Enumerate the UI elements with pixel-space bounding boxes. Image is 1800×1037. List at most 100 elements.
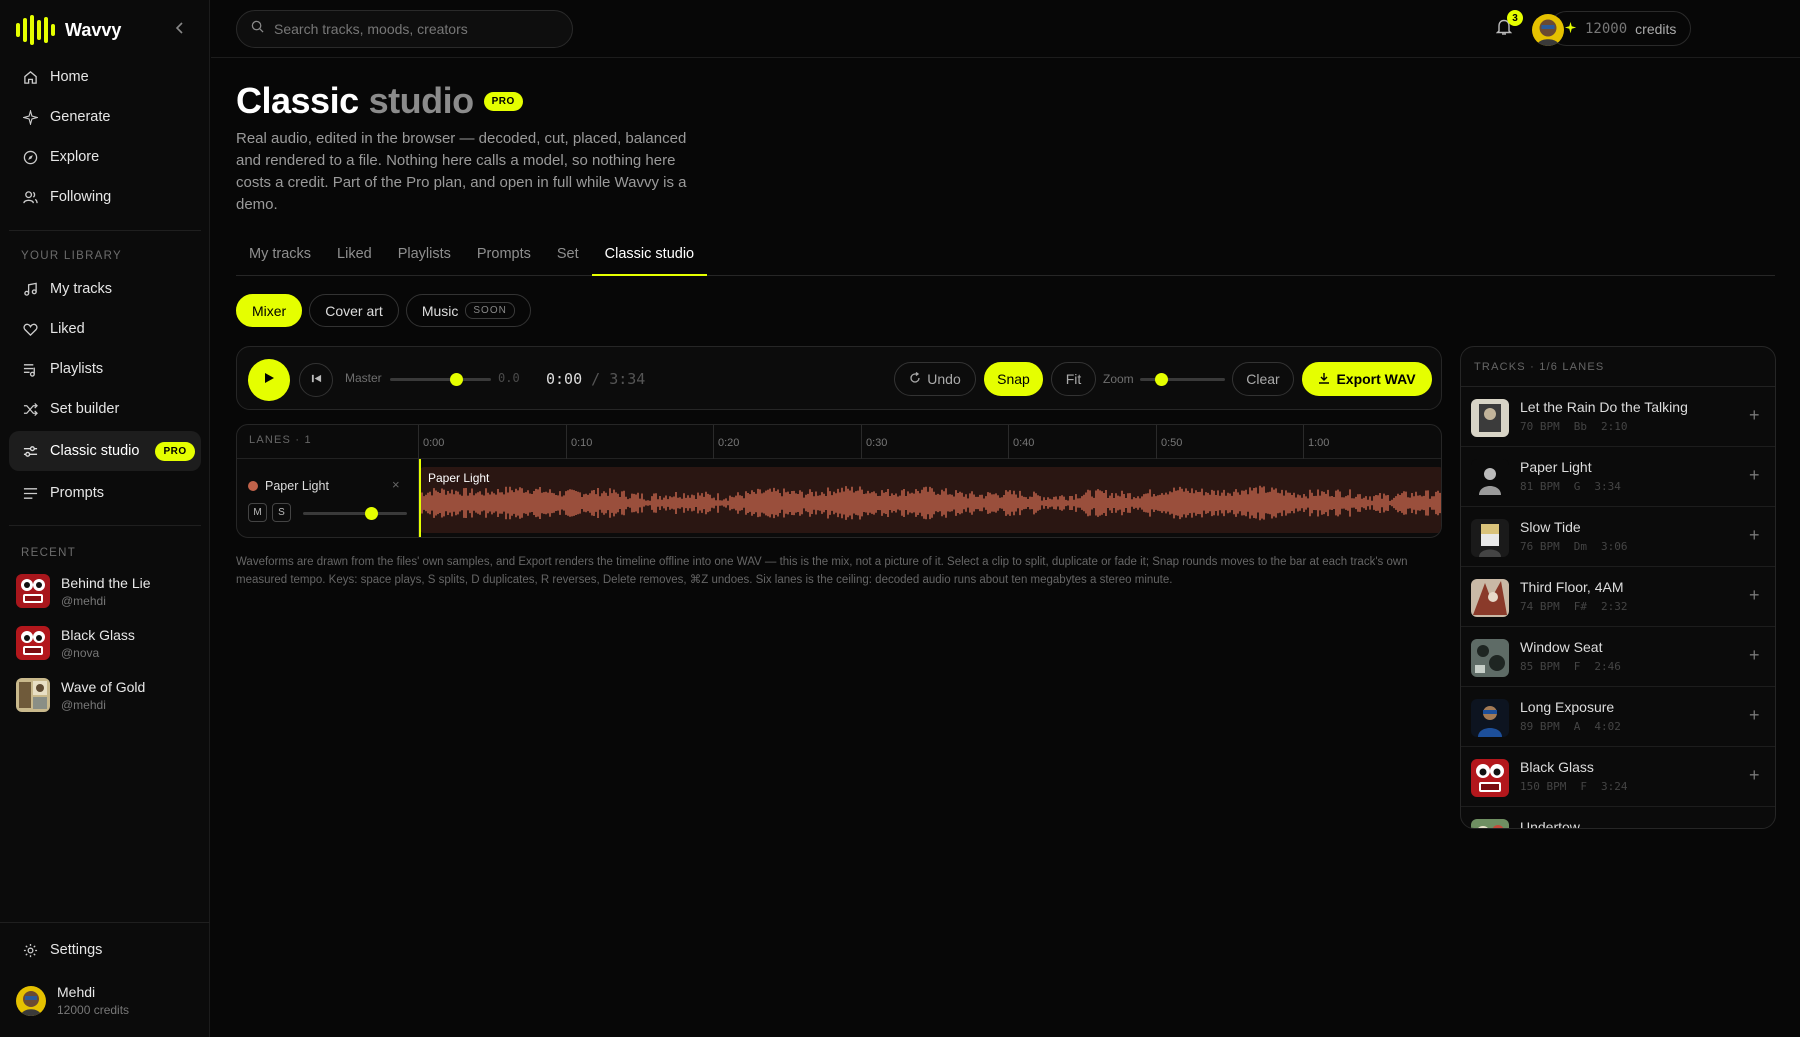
recent-item[interactable]: Wave of Gold @mehdi <box>16 678 145 712</box>
sparkle-icon <box>1564 21 1577 37</box>
mute-button[interactable]: M <box>248 503 267 522</box>
sidebar-item-my-tracks[interactable]: My tracks <box>9 269 201 309</box>
brand[interactable]: Wavvy <box>16 14 121 46</box>
sidebar-item-set-builder[interactable]: Set builder <box>9 389 201 429</box>
pro-badge: PRO <box>483 91 523 111</box>
ruler-tick: 0:30 <box>861 425 887 459</box>
fit-button[interactable]: Fit <box>1051 362 1096 396</box>
track-duration: 2:46 <box>1594 660 1621 673</box>
master-slider[interactable] <box>390 373 491 386</box>
add-track-button[interactable]: + <box>1749 645 1760 666</box>
tab-classic-studio[interactable]: Classic studio <box>591 240 708 276</box>
solo-button[interactable]: S <box>272 503 291 522</box>
track-bpm: 76 BPM <box>1520 540 1560 553</box>
user-profile[interactable]: Mehdi 12000 credits <box>16 984 129 1017</box>
recent-user: @nova <box>61 645 100 660</box>
add-track-button[interactable]: + <box>1749 765 1760 786</box>
track-row[interactable]: Third Floor, 4AM 74 BPM F# 2:32 + <box>1461 567 1775 627</box>
collapse-sidebar-icon[interactable] <box>170 18 190 38</box>
tab-prompts[interactable]: Prompts <box>464 240 544 276</box>
ruler-tick: 0:40 <box>1008 425 1034 459</box>
track-key: Bb <box>1573 420 1587 433</box>
lane-volume-slider[interactable] <box>303 507 407 520</box>
track-row[interactable]: Let the Rain Do the Talking 70 BPM Bb 2:… <box>1461 387 1775 447</box>
credits-button[interactable]: 12000 credits <box>1549 11 1692 46</box>
chip-mixer[interactable]: Mixer <box>236 294 303 327</box>
track-key: F# <box>1573 600 1587 613</box>
tab-my-tracks[interactable]: My tracks <box>236 240 324 276</box>
lane-name[interactable]: Paper Light <box>248 479 329 493</box>
tab-playlists[interactable]: Playlists <box>385 240 464 276</box>
tab-liked[interactable]: Liked <box>324 240 385 276</box>
zoom-slider-knob[interactable] <box>1155 373 1168 386</box>
add-track-button[interactable]: + <box>1749 525 1760 546</box>
track-row[interactable]: Paper Light 81 BPM G 3:34 + <box>1461 447 1775 507</box>
sidebar-item-liked[interactable]: Liked <box>9 309 201 349</box>
cover-thumbnail <box>1471 459 1509 497</box>
add-track-button[interactable]: + <box>1749 825 1760 828</box>
audio-clip[interactable]: Paper Light <box>420 467 1441 533</box>
avatar <box>16 985 46 1016</box>
search-box[interactable] <box>236 10 573 48</box>
zoom-slider[interactable] <box>1140 373 1225 386</box>
lane-name-label: Paper Light <box>265 479 329 493</box>
lane-volume-knob[interactable] <box>365 507 378 520</box>
home-icon <box>22 69 38 85</box>
add-track-button[interactable]: + <box>1749 585 1760 606</box>
track-row[interactable]: Undertow + <box>1461 807 1775 828</box>
gear-icon <box>22 942 38 958</box>
time-total: / 3:34 <box>591 370 646 388</box>
clear-button[interactable]: Clear <box>1232 362 1294 396</box>
recent-item[interactable]: Black Glass @nova <box>16 626 135 660</box>
sidebar-item-classic-studio[interactable]: Classic studio PRO <box>9 431 201 471</box>
nav-label: Explore <box>50 149 100 165</box>
chip-cover-art[interactable]: Cover art <box>309 294 399 327</box>
track-bpm: 89 BPM <box>1520 720 1560 733</box>
nav-following[interactable]: Following <box>9 177 201 217</box>
rewind-button[interactable] <box>299 363 333 397</box>
track-bpm: 81 BPM <box>1520 480 1560 493</box>
remove-lane-button[interactable]: × <box>392 477 400 492</box>
undo-button[interactable]: Undo <box>894 362 976 396</box>
tracks-panel: TRACKS · 1/6 LANES Let the Rain Do the T… <box>1460 346 1776 829</box>
avatar[interactable] <box>1532 14 1564 46</box>
nav-home[interactable]: Home <box>9 57 201 97</box>
recent-title: Behind the Lie <box>61 574 151 591</box>
heart-icon <box>22 321 38 337</box>
track-row[interactable]: Window Seat 85 BPM F 2:46 + <box>1461 627 1775 687</box>
nav-generate[interactable]: Generate <box>9 97 201 137</box>
recent-item[interactable]: Behind the Lie @mehdi <box>16 574 151 608</box>
sidebar-item-label: Prompts <box>50 485 104 501</box>
master-slider-knob[interactable] <box>450 373 463 386</box>
search-icon <box>251 20 264 38</box>
pro-badge: PRO <box>155 441 195 461</box>
track-row[interactable]: Long Exposure 89 BPM A 4:02 + <box>1461 687 1775 747</box>
search-input[interactable] <box>274 21 554 37</box>
footer-nav: Settings <box>9 930 201 970</box>
main-nav: Home Generate Explore Following <box>9 57 201 217</box>
settings-button[interactable]: Settings <box>9 930 201 970</box>
track-name: Long Exposure <box>1520 699 1615 715</box>
add-track-button[interactable]: + <box>1749 705 1760 726</box>
help-note: Waveforms are drawn from the files' own … <box>236 556 1408 586</box>
snap-toggle[interactable]: Snap <box>984 362 1043 396</box>
chip-music[interactable]: Music SOON <box>405 294 531 327</box>
logo-icon <box>16 15 55 45</box>
nav-explore[interactable]: Explore <box>9 137 201 177</box>
recent-section-label: RECENT <box>21 547 77 559</box>
play-button[interactable] <box>248 359 290 401</box>
track-meta: 150 BPM F 3:24 <box>1520 780 1627 793</box>
playhead[interactable] <box>419 459 421 537</box>
sidebar-item-label: Playlists <box>50 361 104 377</box>
tab-set[interactable]: Set <box>544 240 592 276</box>
export-wav-button[interactable]: Export WAV <box>1302 362 1432 396</box>
add-track-button[interactable]: + <box>1749 465 1760 486</box>
add-track-button[interactable]: + <box>1749 405 1760 426</box>
sidebar-item-playlists[interactable]: Playlists <box>9 349 201 389</box>
settings-label: Settings <box>50 942 103 958</box>
sidebar-item-prompts[interactable]: Prompts <box>9 473 201 513</box>
user-credits: 12000 credits <box>57 1003 130 1017</box>
track-row[interactable]: Slow Tide 76 BPM Dm 3:06 + <box>1461 507 1775 567</box>
track-bpm: 150 BPM <box>1520 780 1567 793</box>
track-row[interactable]: Black Glass 150 BPM F 3:24 + <box>1461 747 1775 807</box>
